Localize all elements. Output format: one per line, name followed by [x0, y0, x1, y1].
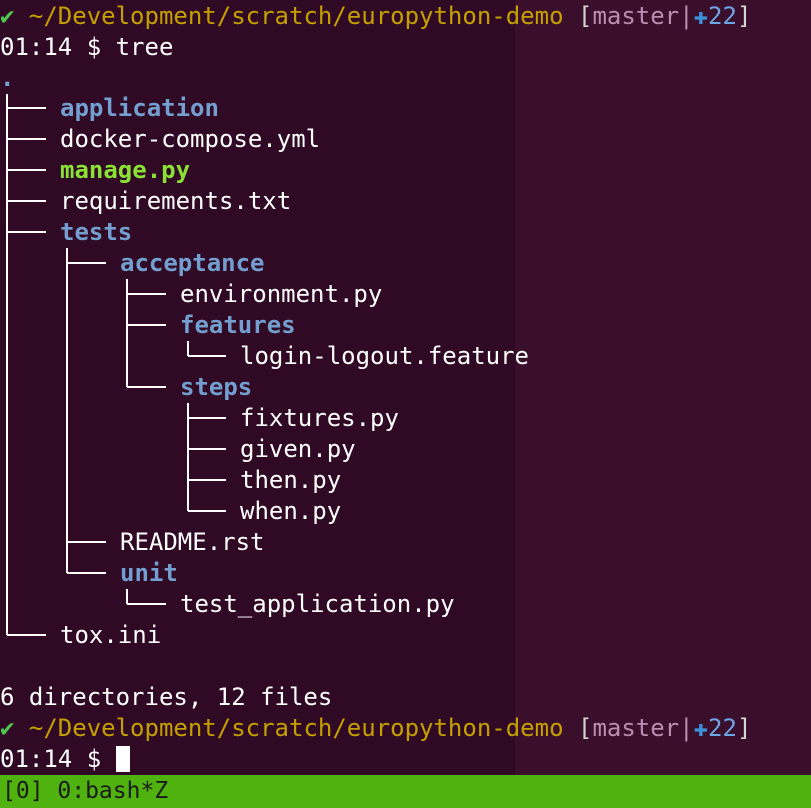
tree-entry: tox.ini — [60, 621, 162, 649]
branch-separator: | — [679, 714, 694, 742]
tree-entry: README.rst — [120, 528, 265, 556]
git-branch: master — [592, 2, 680, 30]
prompt-time: 01:14 — [0, 33, 73, 61]
prompt-symbol: $ — [86, 745, 102, 773]
branch-bracket-open: [ — [577, 714, 593, 742]
tree-entry: features — [180, 311, 296, 339]
tree-entry: acceptance — [120, 249, 265, 277]
prompt-path: ~/Development/scratch/europython-demo — [28, 714, 564, 742]
tree-entry: docker-compose.yml — [60, 125, 321, 153]
tmux-status-bar: [0] 0:bash*Z — [0, 775, 811, 808]
tree-entry: requirements.txt — [60, 187, 292, 215]
tree-root: . — [0, 64, 15, 92]
tree-entry: unit — [120, 559, 178, 587]
tree-entry: login-logout.feature — [240, 342, 529, 370]
terminal-pane[interactable]: ✔ ~/Development/scratch/europython-demo … — [0, 0, 811, 775]
prompt-symbol: $ — [86, 33, 102, 61]
tree-entry: tests — [60, 218, 133, 246]
branch-bracket-close: ] — [736, 2, 752, 30]
tree-entry: environment.py — [180, 280, 383, 308]
input-line[interactable]: 01:14 $ — [0, 744, 130, 775]
tree-entry: manage.py — [60, 156, 191, 184]
prompt-line: ✔ ~/Development/scratch/europython-demo … — [0, 1, 751, 32]
branch-bracket-close: ] — [736, 714, 752, 742]
tree-entry: given.py — [240, 435, 356, 463]
tree-entry: steps — [180, 373, 253, 401]
tree-entry: when.py — [240, 497, 342, 525]
branch-bracket-open: [ — [577, 2, 593, 30]
text-cursor[interactable] — [115, 746, 130, 772]
prompt-line: ✔ ~/Development/scratch/europython-demo … — [0, 713, 751, 744]
tree-entry: then.py — [240, 466, 342, 494]
tree-summary: 6 directories, 12 files — [0, 683, 333, 711]
changes-count: 22 — [708, 2, 737, 30]
changes-count: 22 — [708, 714, 737, 742]
command-line: 01:14 $ tree — [0, 32, 173, 63]
tree-entry: fixtures.py — [240, 404, 399, 432]
prompt-time: 01:14 — [0, 745, 73, 773]
plus-icon: ✚ — [693, 2, 709, 30]
tree-entry: application — [60, 94, 219, 122]
prompt-path: ~/Development/scratch/europython-demo — [28, 2, 564, 30]
git-branch: master — [592, 714, 680, 742]
check-icon: ✔ — [0, 2, 15, 30]
command-text: tree — [115, 33, 174, 61]
plus-icon: ✚ — [693, 714, 709, 742]
check-icon: ✔ — [0, 714, 15, 742]
tree-entry: test_application.py — [180, 590, 455, 618]
branch-separator: | — [679, 2, 694, 30]
